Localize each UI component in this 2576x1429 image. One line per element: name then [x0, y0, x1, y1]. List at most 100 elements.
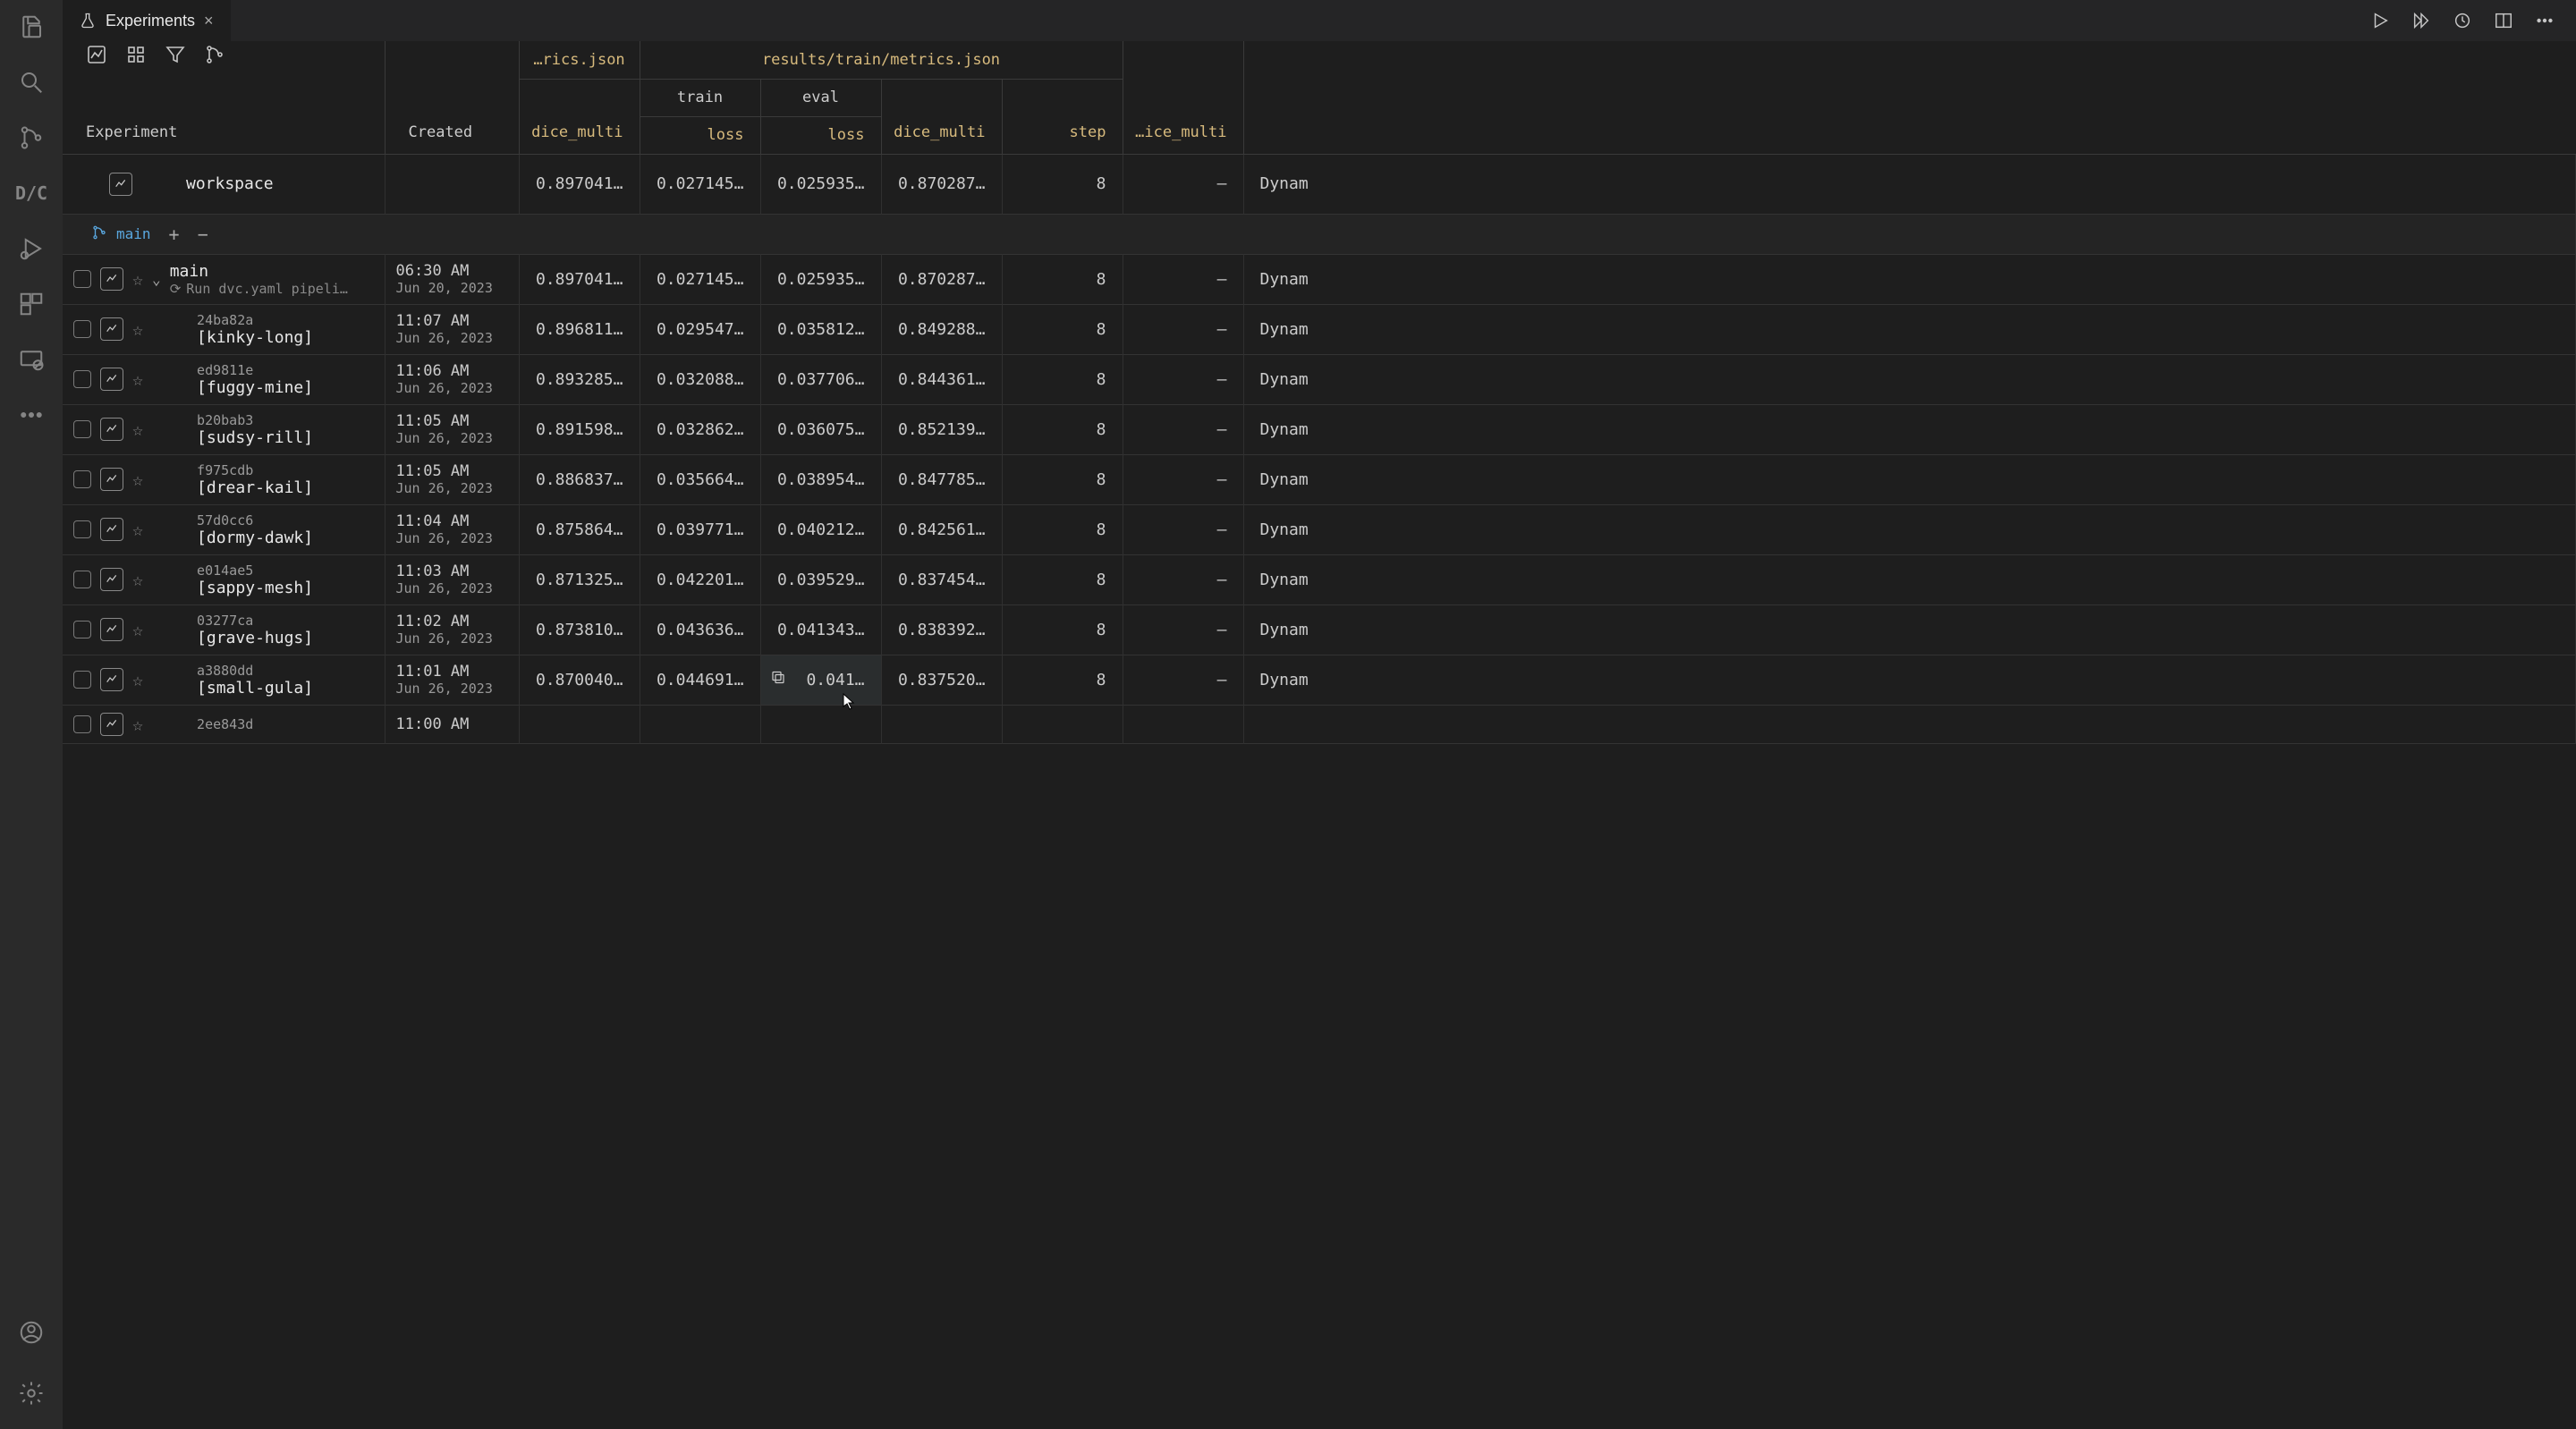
col-ice-multi[interactable]: …ice_multi	[1135, 123, 1226, 141]
sub-eval[interactable]: eval	[760, 79, 881, 116]
row-checkbox[interactable]	[73, 470, 91, 488]
plot-button[interactable]	[100, 518, 123, 541]
cell-last: Dynam	[1243, 605, 2576, 655]
star-icon[interactable]: ☆	[132, 619, 143, 640]
experiment-row[interactable]: ☆ 2ee843d 11:00 AM	[63, 705, 2576, 743]
plot-button[interactable]	[100, 418, 123, 441]
plot-button[interactable]	[100, 713, 123, 736]
created-time: 06:30 AM	[396, 262, 508, 280]
experiment-row[interactable]: ☆ a3880dd [small-gula] 11:01 AMJun 26, 2…	[63, 655, 2576, 705]
close-icon[interactable]: ×	[204, 12, 214, 30]
col-dice-1[interactable]: dice_multi	[531, 123, 623, 141]
plot-button[interactable]	[100, 267, 123, 291]
col-step[interactable]: step	[1070, 123, 1106, 141]
experiment-row[interactable]: ☆ 57d0cc6 [dormy-dawk] 11:04 AMJun 26, 2…	[63, 504, 2576, 554]
dvc-icon[interactable]: D/C	[13, 175, 49, 211]
run-icon[interactable]	[2370, 11, 2390, 30]
col-loss-eval[interactable]: loss	[828, 126, 865, 144]
plot-button[interactable]	[100, 618, 123, 641]
exp-hash: 24ba82a	[197, 312, 313, 328]
cell-loss-e: 0.041343…	[760, 605, 881, 655]
plots-icon[interactable]	[86, 44, 107, 70]
run-debug-icon[interactable]	[13, 231, 49, 266]
cell-dice2	[881, 705, 1002, 743]
row-checkbox[interactable]	[73, 270, 91, 288]
settings-gear-icon[interactable]	[13, 1375, 49, 1411]
cell-dash: –	[1123, 504, 1243, 554]
plot-button[interactable]	[100, 368, 123, 391]
metrics-group-1[interactable]: …rics.json	[519, 41, 640, 79]
experiment-row[interactable]: ☆ 24ba82a [kinky-long] 11:07 AMJun 26, 2…	[63, 304, 2576, 354]
add-branch-icon[interactable]: +	[169, 224, 180, 245]
row-checkbox[interactable]	[73, 671, 91, 689]
columns-icon[interactable]	[125, 44, 147, 70]
col-loss-train[interactable]: loss	[708, 126, 744, 144]
search-icon[interactable]	[13, 64, 49, 100]
metrics-group-2[interactable]: results/train/metrics.json	[640, 41, 1123, 79]
more-icon[interactable]	[13, 397, 49, 433]
star-icon[interactable]: ☆	[132, 368, 143, 390]
created-time: 11:07 AM	[396, 312, 508, 330]
remove-branch-icon[interactable]: −	[198, 224, 208, 245]
chevron-down-icon[interactable]: ⌄	[152, 271, 161, 288]
star-icon[interactable]: ☆	[132, 714, 143, 735]
exp-hash: b20bab3	[197, 412, 313, 428]
branch-row[interactable]: main + −	[63, 214, 2576, 254]
plot-button[interactable]	[100, 568, 123, 591]
plot-button[interactable]	[100, 317, 123, 341]
cell-dash: –	[1123, 404, 1243, 454]
experiment-row[interactable]: ☆ ed9811e [fuggy-mine] 11:06 AMJun 26, 2…	[63, 354, 2576, 404]
row-checkbox[interactable]	[73, 621, 91, 638]
extensions-icon[interactable]	[13, 286, 49, 322]
col-created[interactable]: Created	[409, 123, 473, 141]
row-checkbox[interactable]	[73, 715, 91, 733]
workspace-row[interactable]: workspace 0.897041… 0.027145… 0.025935… …	[63, 154, 2576, 214]
experiment-row-main[interactable]: ☆ ⌄ main ⟳Run dvc.yaml pipeli… 06:30 AMJ…	[63, 254, 2576, 304]
row-checkbox[interactable]	[73, 320, 91, 338]
cell-loss-e-hover[interactable]: 0.041…	[760, 655, 881, 705]
star-icon[interactable]: ☆	[132, 469, 143, 490]
split-icon[interactable]	[2494, 11, 2513, 30]
row-checkbox[interactable]	[73, 370, 91, 388]
remote-icon[interactable]	[13, 342, 49, 377]
row-checkbox[interactable]	[73, 571, 91, 588]
cell-last: Dynam	[1243, 354, 2576, 404]
col-dice-2[interactable]: dice_multi	[894, 123, 985, 141]
sort-branch-icon[interactable]	[204, 44, 225, 70]
experiment-row[interactable]: ☆ 03277ca [grave-hugs] 11:02 AMJun 26, 2…	[63, 605, 2576, 655]
plot-button[interactable]	[100, 468, 123, 491]
row-checkbox[interactable]	[73, 520, 91, 538]
col-experiment[interactable]: Experiment	[86, 123, 177, 141]
experiment-row[interactable]: ☆ e014ae5 [sappy-mesh] 11:03 AMJun 26, 2…	[63, 554, 2576, 605]
filter-icon[interactable]	[165, 44, 186, 70]
plot-button[interactable]	[109, 173, 132, 196]
cell-dice1: 0.896811…	[519, 304, 640, 354]
created-time: 11:02 AM	[396, 613, 508, 630]
cell-dash: –	[1123, 354, 1243, 404]
run-all-icon[interactable]	[2411, 11, 2431, 30]
plot-button[interactable]	[100, 668, 123, 691]
reload-icon[interactable]	[2453, 11, 2472, 30]
created-time: 11:04 AM	[396, 512, 508, 530]
cell-loss-t: 0.042201…	[640, 554, 760, 605]
row-checkbox[interactable]	[73, 420, 91, 438]
source-control-icon[interactable]	[13, 120, 49, 156]
copy-icon[interactable]	[770, 670, 786, 690]
tab-experiments[interactable]: Experiments ×	[63, 0, 231, 41]
star-icon[interactable]: ☆	[132, 318, 143, 340]
sub-train[interactable]: train	[640, 79, 760, 116]
cell-dice2: 0.842561…	[881, 504, 1002, 554]
star-icon[interactable]: ☆	[132, 519, 143, 540]
star-icon[interactable]: ☆	[132, 419, 143, 440]
experiment-row[interactable]: ☆ b20bab3 [sudsy-rill] 11:05 AMJun 26, 2…	[63, 404, 2576, 454]
exp-hash: ed9811e	[197, 362, 313, 378]
cell-dash: –	[1123, 154, 1243, 214]
star-icon[interactable]: ☆	[132, 669, 143, 690]
exp-name: [kinky-long]	[197, 328, 313, 347]
more-actions-icon[interactable]	[2535, 11, 2555, 30]
account-icon[interactable]	[13, 1315, 49, 1350]
explorer-icon[interactable]	[13, 9, 49, 45]
experiment-row[interactable]: ☆ f975cdb [drear-kail] 11:05 AMJun 26, 2…	[63, 454, 2576, 504]
star-icon[interactable]: ☆	[132, 569, 143, 590]
star-icon[interactable]: ☆	[132, 268, 143, 290]
